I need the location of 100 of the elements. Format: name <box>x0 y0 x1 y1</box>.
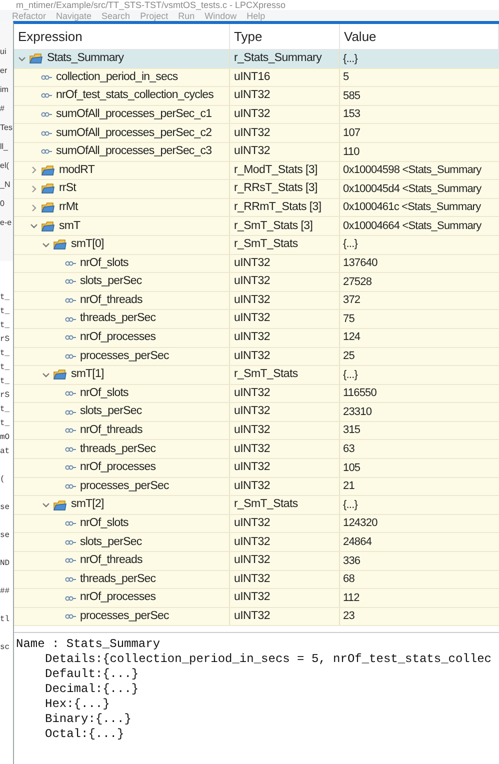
tree-row[interactable]: rrSt r_RRsT_Stats [3] 0x100045d4 <Stats_Summary <box>14 180 499 199</box>
code-fragment: t_ <box>0 306 11 318</box>
tree-row[interactable]: nrOf_processes uINT32 105 <box>14 459 499 478</box>
variable-icon <box>65 408 76 416</box>
type-cell-text: uINT32 <box>234 386 270 401</box>
tree-row[interactable]: smT[2] r_SmT_Stats {...} <box>14 496 499 515</box>
expression-name: threads_perSec <box>80 442 156 457</box>
tree-row[interactable]: nrOf_test_stats_collection_cycles uINT32 585 <box>14 87 499 106</box>
tree-row[interactable]: smT[1] r_SmT_Stats {...} <box>14 366 499 385</box>
type-cell-text: uINT32 <box>234 292 270 308</box>
type-cell-text: r_SmT_Stats <box>234 497 298 512</box>
tree-row[interactable]: nrOf_processes uINT32 124 <box>14 328 499 348</box>
expression-name: nrOf_threads <box>80 423 142 438</box>
tree-row[interactable]: nrOf_threads uINT32 315 <box>14 422 499 440</box>
type-cell-text: uINT32 <box>234 590 270 606</box>
expression-name: slots_perSec <box>80 274 142 290</box>
value-cell-text: 110 <box>343 144 360 160</box>
column-header[interactable]: Expression <box>14 24 230 49</box>
tree-row[interactable]: slots_perSec uINT32 23310 <box>14 403 499 422</box>
expression-name: modRT <box>59 162 94 178</box>
expression-name: threads_perSec <box>80 311 156 326</box>
chevron-down-icon[interactable] <box>42 501 50 510</box>
variable-icon <box>65 334 76 342</box>
variable-icon <box>41 74 52 81</box>
variable-icon <box>65 297 76 304</box>
expression-name: nrOf_processes <box>80 460 156 476</box>
code-fragment: sc <box>0 642 11 654</box>
variable-icon <box>65 352 76 360</box>
value-cell-text: 336 <box>343 554 360 569</box>
type-cell-text: r_SmT_Stats [3] <box>234 218 313 234</box>
tree-row[interactable]: Stats_Summary r_Stats_Summary {...} <box>14 50 499 69</box>
type-cell-text: r_SmT_Stats <box>234 237 298 252</box>
tree-row[interactable]: nrOf_threads uINT32 372 <box>14 292 499 310</box>
expression-name: smT[1] <box>71 367 104 382</box>
type-cell-text: uINT32 <box>234 348 270 364</box>
chevron-right-icon[interactable] <box>30 166 38 174</box>
tree-row[interactable]: sumOfAll_processes_perSec_c1 uINT32 153 <box>14 106 499 124</box>
tree-row[interactable]: nrOf_slots uINT32 124320 <box>14 514 499 534</box>
type-cell-text: r_RRsT_Stats [3] <box>234 181 318 196</box>
tree-row[interactable]: rrMt r_RRmT_Stats [3] 0x1000461c <Stats_Summary <box>14 198 499 218</box>
value-cell-text: 63 <box>343 442 354 458</box>
tree-row[interactable]: nrOf_slots uINT32 116550 <box>14 384 499 404</box>
value-cell-text: 5 <box>343 70 349 86</box>
code-fragment: mO <box>0 432 11 444</box>
expression-name: threads_perSec <box>80 572 156 587</box>
tree-row[interactable]: smT[0] r_SmT_Stats {...} <box>14 236 499 255</box>
chevron-right-icon[interactable] <box>30 204 38 212</box>
value-cell-text: 105 <box>343 460 360 476</box>
tree-row[interactable]: collection_period_in_secs uINT16 5 <box>14 68 499 88</box>
type-cell-text: r_SmT_Stats <box>234 367 298 382</box>
expression-name: nrOf_threads <box>80 553 142 568</box>
value-cell-text: 25 <box>343 349 354 364</box>
value-cell-text: 68 <box>343 572 354 588</box>
tree-row[interactable]: modRT r_ModT_Stats [3] 0x10004598 <Stats_Summary <box>14 162 499 180</box>
tree-row[interactable]: processes_perSec uINT32 23 <box>14 608 499 626</box>
value-cell-text: 0x10004664 <Stats_Summary <box>343 218 482 234</box>
tree-row[interactable]: slots_perSec uINT32 24864 <box>14 533 499 552</box>
code-fragment: se <box>0 530 11 542</box>
code-fragment: ND <box>0 558 11 570</box>
type-cell-text: uINT32 <box>234 106 270 122</box>
structure-icon <box>41 164 55 176</box>
expression-name: rrSt <box>59 181 76 196</box>
expression-name: slots_perSec <box>80 404 142 420</box>
tree-row[interactable]: threads_perSec uINT32 68 <box>14 570 499 590</box>
variable-icon <box>65 316 76 323</box>
chevron-down-icon[interactable] <box>42 370 50 379</box>
expression-name: processes_perSec <box>80 348 169 364</box>
type-cell-text: uINT32 <box>234 516 270 532</box>
code-fragment: t_ <box>0 348 11 360</box>
value-cell-text: 0x10004598 <Stats_Summary <box>343 163 482 178</box>
type-cell-text: uINT16 <box>234 70 270 85</box>
chevron-down-icon[interactable] <box>18 54 26 63</box>
value-cell-text: 112 <box>343 590 360 606</box>
tree-row[interactable]: nrOf_processes uINT32 112 <box>14 589 499 608</box>
value-cell-text: 24864 <box>343 534 372 550</box>
tree-row[interactable]: threads_perSec uINT32 63 <box>14 440 499 460</box>
tree-row[interactable]: nrOf_threads uINT32 336 <box>14 552 499 571</box>
tree-row[interactable]: smT r_SmT_Stats [3] 0x10004664 <Stats_Summary <box>14 217 499 236</box>
column-header[interactable]: Value <box>340 24 499 49</box>
tree-row[interactable]: sumOfAll_processes_perSec_c3 uINT32 110 <box>14 142 499 162</box>
tree-row[interactable]: processes_perSec uINT32 21 <box>14 478 499 496</box>
tree-row[interactable]: processes_perSec uINT32 25 <box>14 348 499 366</box>
type-cell-text: r_ModT_Stats [3] <box>234 162 318 178</box>
details-line: Binary:{...} <box>44 712 132 728</box>
chevron-right-icon[interactable] <box>30 184 38 193</box>
value-cell-text: 75 <box>343 312 354 327</box>
tree-row[interactable]: sumOfAll_processes_perSec_c2 uINT32 107 <box>14 124 499 143</box>
variable-icon <box>41 92 52 100</box>
value-cell-text: {...} <box>343 368 358 383</box>
chevron-down-icon[interactable] <box>30 222 38 230</box>
column-header[interactable]: Type <box>230 24 340 49</box>
tree-row[interactable]: slots_perSec uINT32 27528 <box>14 273 499 292</box>
type-cell-text: uINT32 <box>234 478 270 494</box>
type-cell-text: uINT32 <box>234 88 270 104</box>
variable-icon <box>65 557 76 564</box>
window-title: m_ntimer/Example/src/TT_STS-TST/vsmtOS_tests.c - LPCXpresso <box>15 0 286 10</box>
chevron-down-icon[interactable] <box>42 240 50 249</box>
tree-row[interactable]: nrOf_slots uINT32 137640 <box>14 254 499 274</box>
code-fragment: se <box>0 502 11 514</box>
tree-row[interactable]: threads_perSec uINT32 75 <box>14 310 499 329</box>
